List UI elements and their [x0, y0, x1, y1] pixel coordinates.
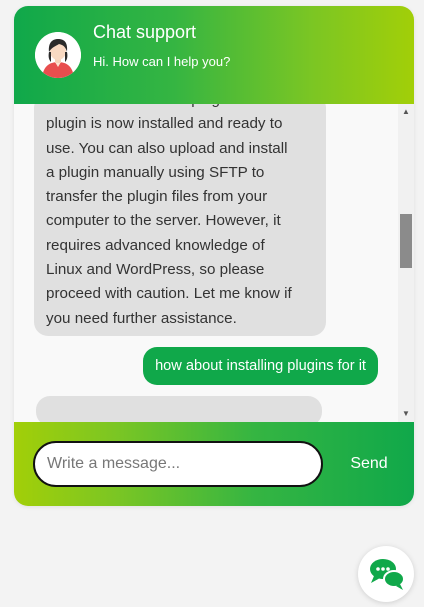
scroll-up-arrow-icon[interactable]: ▲: [398, 104, 414, 120]
message-list[interactable]: button to activate the plugin. 7. The pl…: [14, 104, 398, 422]
bot-message-bubble-partial: [36, 396, 322, 422]
chat-widget: Chat support Hi. How can I help you? but…: [14, 6, 414, 506]
scroll-down-arrow-icon[interactable]: ▼: [398, 406, 414, 422]
composer-bar: Send: [14, 422, 414, 506]
chat-subtitle: Hi. How can I help you?: [93, 54, 231, 69]
bot-message-text: button to activate the plugin. 7. The pl…: [46, 104, 292, 327]
message-input[interactable]: [33, 441, 323, 487]
user-message-bubble: how about installing plugins for it: [143, 347, 378, 385]
chat-title: Chat support: [93, 22, 197, 42]
message-scrollbar[interactable]: ▲ ▼: [398, 104, 414, 422]
support-agent-avatar: [35, 32, 81, 78]
chat-launcher-button[interactable]: [358, 546, 414, 602]
chat-header: Chat support Hi. How can I help you?: [14, 6, 414, 104]
bot-message-bubble: button to activate the plugin. 7. The pl…: [34, 104, 326, 336]
support-agent-icon: [35, 32, 81, 78]
send-button[interactable]: Send: [337, 441, 401, 487]
chat-bubbles-icon: [370, 559, 405, 590]
scrollbar-thumb[interactable]: [400, 214, 412, 268]
